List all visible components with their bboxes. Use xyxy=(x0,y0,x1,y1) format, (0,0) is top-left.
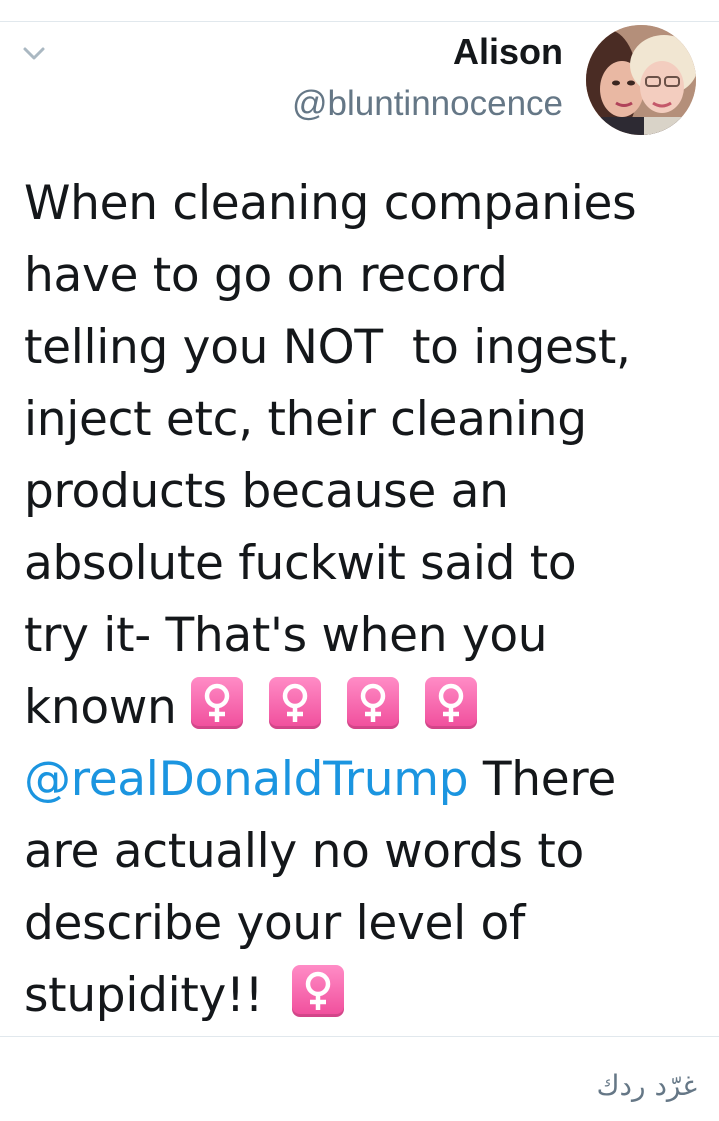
author-block[interactable]: Alison @bluntinnocence xyxy=(292,30,563,126)
mention-link[interactable]: @realDonaldTrump xyxy=(24,752,469,807)
tweet-line: are actually no words to xyxy=(24,824,584,879)
tweet-text: When cleaning companies have to go on re… xyxy=(24,168,704,1032)
tweet-line-emoji: known xyxy=(24,672,704,744)
female-sign-emoji-icon xyxy=(191,677,244,729)
author-handle[interactable]: @bluntinnocence xyxy=(292,82,563,126)
avatar[interactable] xyxy=(586,25,696,135)
female-sign-emoji-icon xyxy=(292,965,345,1017)
tweet-word: known xyxy=(24,680,177,735)
female-sign-emoji-icon xyxy=(425,677,478,729)
tweet-line: have to go on record xyxy=(24,248,508,303)
tweet-line: inject etc, their cleaning xyxy=(24,392,587,447)
tweet-line: try it- That's when you xyxy=(24,608,548,663)
top-divider xyxy=(0,21,719,22)
female-sign-emoji-icon xyxy=(269,677,322,729)
author-name[interactable]: Alison xyxy=(292,30,563,74)
tweet-line: absolute fuckwit said to xyxy=(24,536,577,591)
tweet-line: telling you NOT to ingest, xyxy=(24,320,631,375)
tweet-line-mention: @realDonaldTrump There xyxy=(24,744,704,816)
tweet-word: There xyxy=(468,752,616,807)
female-sign-emoji-icon xyxy=(347,677,400,729)
reply-button[interactable]: غرّد ردك xyxy=(596,1066,697,1106)
tweet-line: describe your level of xyxy=(24,896,526,951)
tweet-line: When cleaning companies xyxy=(24,176,637,231)
tweet-line: products because an xyxy=(24,464,509,519)
tweet-word: stupidity!! xyxy=(24,968,293,1023)
tweet-line-emoji: stupidity!! xyxy=(24,960,704,1032)
bottom-divider xyxy=(0,1036,719,1037)
chevron-down-icon[interactable] xyxy=(20,40,48,68)
